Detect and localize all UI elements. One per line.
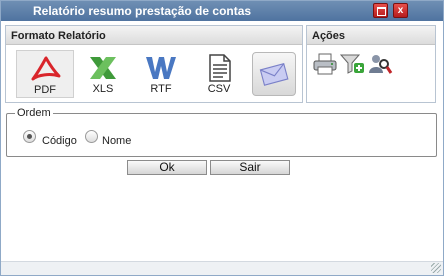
- resize-handle[interactable]: [431, 263, 441, 273]
- exit-button[interactable]: Sair: [210, 160, 290, 175]
- pdf-icon: [31, 56, 61, 81]
- format-rtf-label: RTF: [150, 83, 172, 95]
- order-codigo-radio[interactable]: [23, 130, 36, 143]
- maximize-button[interactable]: [373, 3, 388, 18]
- email-icon: [259, 63, 289, 86]
- order-codigo-label[interactable]: Código: [42, 135, 77, 147]
- order-group: Ordem Código Nome: [6, 107, 437, 157]
- window-title: Relatório resumo prestação de contas: [33, 4, 252, 18]
- rtf-icon: [146, 57, 176, 79]
- format-pdf-label: PDF: [34, 84, 56, 96]
- report-dialog: Relatório resumo prestação de contas x F…: [0, 0, 444, 276]
- xls-icon: [90, 57, 116, 79]
- order-nome-radio[interactable]: [85, 130, 98, 143]
- csv-icon: [209, 54, 231, 82]
- order-nome-label[interactable]: Nome: [102, 135, 131, 147]
- format-xls-button[interactable]: XLS: [74, 50, 132, 98]
- format-pdf-button[interactable]: PDF: [16, 50, 74, 98]
- search-user-button[interactable]: [367, 52, 393, 76]
- format-panel-header: Formato Relatório: [6, 26, 302, 45]
- order-legend: Ordem: [15, 107, 53, 119]
- close-button[interactable]: x: [393, 3, 408, 18]
- email-button[interactable]: [252, 52, 296, 96]
- title-bar[interactable]: Relatório resumo prestação de contas x: [1, 1, 443, 21]
- format-csv-label: CSV: [207, 83, 231, 95]
- search-user-icon: [369, 55, 393, 74]
- add-filter-icon: [339, 54, 364, 74]
- print-button[interactable]: [312, 52, 338, 76]
- actions-panel-header: Ações: [307, 26, 435, 45]
- add-filter-button[interactable]: [339, 52, 365, 76]
- printer-icon: [313, 53, 337, 75]
- format-panel: Formato Relatório PDF XLS RTF CSV: [5, 25, 303, 103]
- format-xls-label: XLS: [92, 83, 114, 95]
- ok-button[interactable]: Ok: [127, 160, 207, 175]
- actions-panel: Ações: [306, 25, 436, 103]
- status-bar: [1, 261, 443, 275]
- format-rtf-button[interactable]: RTF: [132, 50, 190, 98]
- format-csv-button[interactable]: CSV: [190, 50, 248, 98]
